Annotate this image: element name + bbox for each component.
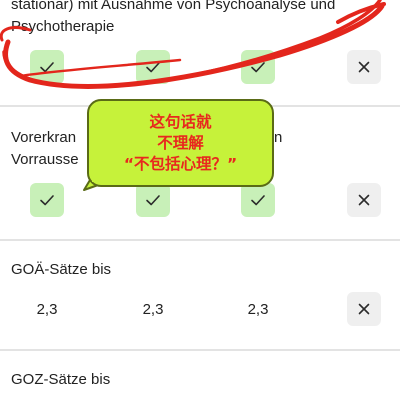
row-title-goz: GOZ-Sätze bis (11, 371, 111, 388)
annotation-line: 不理解 (157, 133, 204, 152)
row-divider (0, 239, 400, 241)
cross-cell[interactable] (347, 292, 381, 326)
close-icon (358, 194, 370, 206)
annotation-speech-bubble: 这句话就 不理解 “不包括心理？” (87, 99, 274, 187)
row-title-vorerkrankungen-line1: Vorerkran (11, 129, 77, 146)
row-title-psychotherapie-line1: stationar) mit Ausnahme von Psychoanalys… (11, 0, 336, 13)
check-icon (146, 62, 160, 73)
value-cell: 2,3 (36, 301, 58, 318)
row-title-vorerkrankungen-line1-tail: n (274, 129, 283, 146)
row-title-vorerkrankungen-line2: Vorrausse (11, 151, 79, 168)
row-divider (0, 349, 400, 351)
check-cell[interactable] (30, 50, 64, 84)
check-icon (40, 62, 54, 73)
close-icon (358, 303, 370, 315)
cross-cell[interactable] (347, 183, 381, 217)
bubble-seam-cover (92, 172, 114, 182)
annotation-line: “不包括心理？” (123, 154, 238, 173)
annotation-line: 这句话就 (149, 112, 212, 131)
check-icon (251, 62, 265, 73)
check-cell[interactable] (136, 183, 170, 217)
check-icon (251, 195, 265, 206)
value-cell: 2,3 (247, 301, 269, 318)
check-icon (146, 195, 160, 206)
check-cell[interactable] (241, 50, 275, 84)
row-title-psychotherapie-line2: Psychotherapie (11, 18, 115, 35)
check-cell[interactable] (241, 183, 275, 217)
check-cell[interactable] (136, 50, 170, 84)
value-cell: 2,3 (142, 301, 164, 318)
close-icon (358, 61, 370, 73)
check-icon (40, 195, 54, 206)
row-title-goae: GOÄ-Sätze bis (11, 261, 112, 278)
check-cell[interactable] (30, 183, 64, 217)
cross-cell[interactable] (347, 50, 381, 84)
